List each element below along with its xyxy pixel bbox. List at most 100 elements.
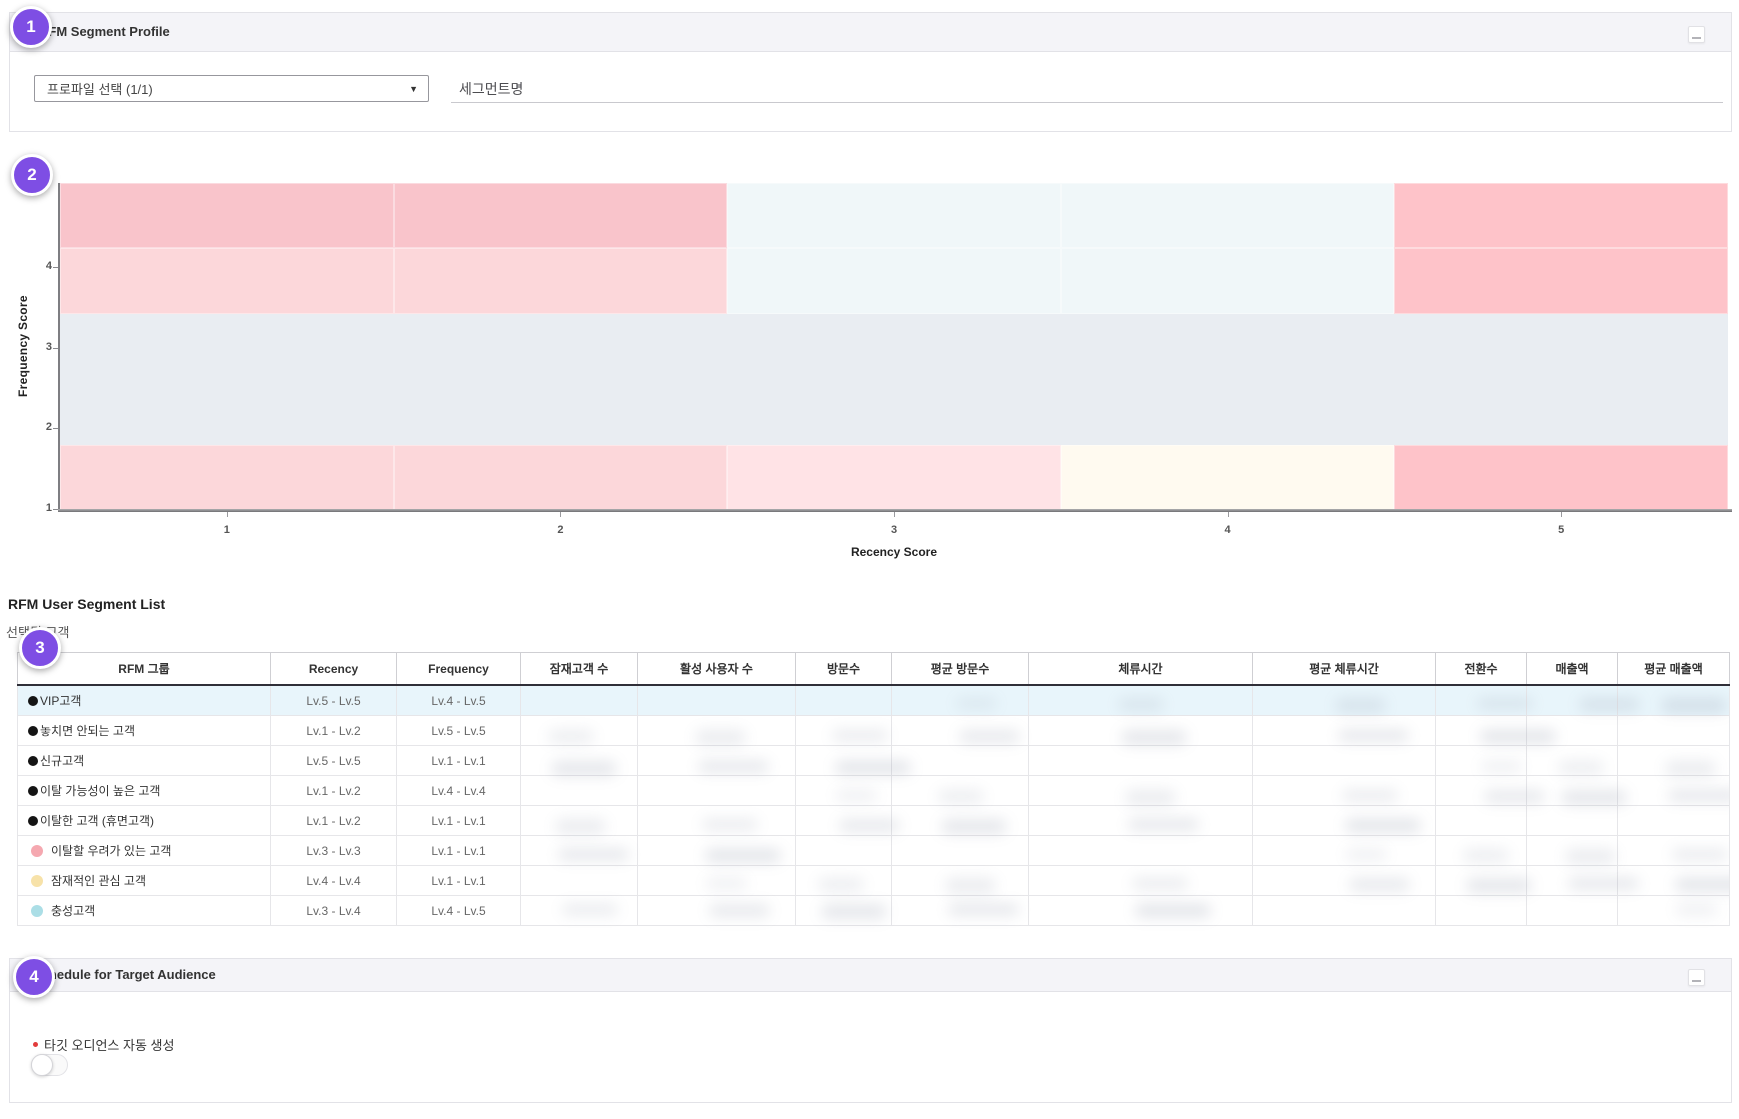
heatmap-cell[interactable] (60, 248, 394, 313)
heatmap-cell[interactable] (60, 445, 394, 510)
level-range: Lv.1 - Lv.2 (271, 806, 397, 836)
metric-cell (1029, 806, 1253, 836)
metric-cell (1618, 685, 1730, 716)
metric-cell (892, 746, 1029, 776)
segment-name-input[interactable] (451, 75, 1723, 103)
segment-name: 이탈한 고객 (휴면고객) (40, 814, 154, 828)
heatmap-cell[interactable] (1394, 248, 1728, 313)
chevron-down-icon: ▼ (409, 84, 418, 94)
profile-select-value: 프로파일 선택 (1/1) (47, 79, 153, 98)
heatmap-cell[interactable] (394, 445, 728, 510)
column-header: Recency (271, 653, 397, 686)
level-range: Lv.5 - Lv.5 (397, 716, 521, 746)
column-header: 평균 체류시간 (1253, 653, 1436, 686)
metric-cell (892, 716, 1029, 746)
heatmap-cell[interactable] (1061, 183, 1395, 248)
metric-cell (796, 806, 892, 836)
level-range: Lv.3 - Lv.3 (271, 836, 397, 866)
heatmap-cell[interactable] (727, 445, 1061, 510)
metric-cell (1618, 806, 1730, 836)
metric-cell (1527, 746, 1618, 776)
metric-cell (1253, 896, 1436, 926)
x-tick-label: 3 (879, 524, 909, 536)
step-badge-4: 4 (13, 956, 55, 998)
metric-cell (1436, 836, 1527, 866)
rfm-segment-page: RFM Segment Profile 프로파일 선택 (1/1) ▼ Freq… (0, 0, 1739, 1119)
heatmap-cell[interactable] (1394, 445, 1728, 510)
segment-name: 이탈할 우려가 있는 고객 (51, 844, 171, 858)
metric-cell (1527, 685, 1618, 716)
step-badge-1: 1 (10, 6, 52, 48)
metric-cell (521, 746, 638, 776)
metric-cell (892, 896, 1029, 926)
metric-cell (1253, 776, 1436, 806)
table-header-row: RFM 그룹RecencyFrequency잠재고객 수활성 사용자 수방문수평… (18, 653, 1730, 686)
heatmap-cell[interactable] (1394, 183, 1728, 248)
column-header: Frequency (397, 653, 521, 686)
metric-cell (796, 746, 892, 776)
metric-cell (796, 866, 892, 896)
metric-cell (892, 685, 1029, 716)
auto-audience-field: 타깃 오디언스 자동 생성 (33, 1035, 174, 1054)
metric-cell (1029, 866, 1253, 896)
heatmap-cell[interactable] (394, 248, 728, 313)
segment-name: 잠재적인 관심 고객 (51, 874, 146, 888)
heatmap-cell[interactable] (60, 183, 394, 248)
heatmap-cell[interactable] (394, 183, 728, 248)
y-tick-label: 2 (36, 421, 52, 433)
metric-cell (1618, 746, 1730, 776)
schedule-section: Schedule for Target Audience 타깃 오디언스 자동 … (9, 958, 1732, 1103)
segment-color-dot-icon (28, 696, 38, 706)
segment-name: 신규고객 (40, 754, 84, 768)
metric-cell (638, 806, 796, 836)
level-range: Lv.1 - Lv.1 (397, 836, 521, 866)
metric-cell (1527, 806, 1618, 836)
column-header: 활성 사용자 수 (638, 653, 796, 686)
metric-cell (1527, 716, 1618, 746)
schedule-collapse-button[interactable] (1688, 969, 1705, 986)
segment-color-dot-icon (28, 756, 38, 766)
x-tick-label: 5 (1546, 524, 1576, 536)
table-row[interactable]: 이탈할 우려가 있는 고객 Lv.3 - Lv.3Lv.1 - Lv.1 (18, 836, 1730, 866)
profile-select[interactable]: 프로파일 선택 (1/1) ▼ (34, 75, 429, 102)
metric-cell (638, 866, 796, 896)
x-tick-label: 2 (545, 524, 575, 536)
table-row[interactable]: 신규고객Lv.5 - Lv.5Lv.1 - Lv.1 (18, 746, 1730, 776)
x-axis-title: Recency Score (60, 545, 1728, 559)
step-badge-3: 3 (19, 627, 61, 669)
segment-color-dot-icon (31, 875, 43, 887)
metric-cell (1436, 746, 1527, 776)
profile-collapse-button[interactable] (1688, 26, 1705, 43)
y-axis-line (58, 183, 60, 512)
profile-section-header: RFM Segment Profile (10, 13, 1731, 52)
metric-cell (796, 896, 892, 926)
segment-color-dot-icon (28, 726, 38, 736)
column-header: 전환수 (1436, 653, 1527, 686)
heatmap-cell[interactable] (727, 183, 1061, 248)
metric-cell (1029, 716, 1253, 746)
metric-cell (1436, 866, 1527, 896)
heatmap-cell[interactable] (727, 248, 1061, 313)
segment-name: 놓치면 안되는 고객 (40, 724, 135, 738)
metric-cell (892, 836, 1029, 866)
metric-cell (638, 746, 796, 776)
level-range: Lv.1 - Lv.2 (271, 776, 397, 806)
heatmap-cell[interactable] (1061, 445, 1395, 510)
metric-cell (1029, 776, 1253, 806)
toggle-knob (31, 1054, 53, 1076)
heatmap-cell[interactable] (1061, 248, 1395, 313)
segment-name: VIP고객 (40, 694, 81, 708)
auto-audience-toggle[interactable] (31, 1054, 68, 1076)
table-row[interactable]: 이탈한 고객 (휴면고객)Lv.1 - Lv.2Lv.1 - Lv.1 (18, 806, 1730, 836)
heatmap-plot (60, 183, 1728, 510)
table-row[interactable]: VIP고객Lv.5 - Lv.5Lv.4 - Lv.5 (18, 685, 1730, 716)
table-row[interactable]: 잠재적인 관심 고객Lv.4 - Lv.4Lv.1 - Lv.1 (18, 866, 1730, 896)
table-row[interactable]: 충성고객Lv.3 - Lv.4Lv.4 - Lv.5 (18, 896, 1730, 926)
table-row[interactable]: 이탈 가능성이 높은 고객Lv.1 - Lv.2Lv.4 - Lv.4 (18, 776, 1730, 806)
metric-cell (1436, 716, 1527, 746)
level-range: Lv.1 - Lv.2 (271, 716, 397, 746)
level-range: Lv.1 - Lv.1 (397, 746, 521, 776)
table-row[interactable]: 놓치면 안되는 고객 Lv.1 - Lv.2Lv.5 - Lv.5 (18, 716, 1730, 746)
metric-cell (892, 776, 1029, 806)
schedule-section-header: Schedule for Target Audience (10, 959, 1731, 992)
